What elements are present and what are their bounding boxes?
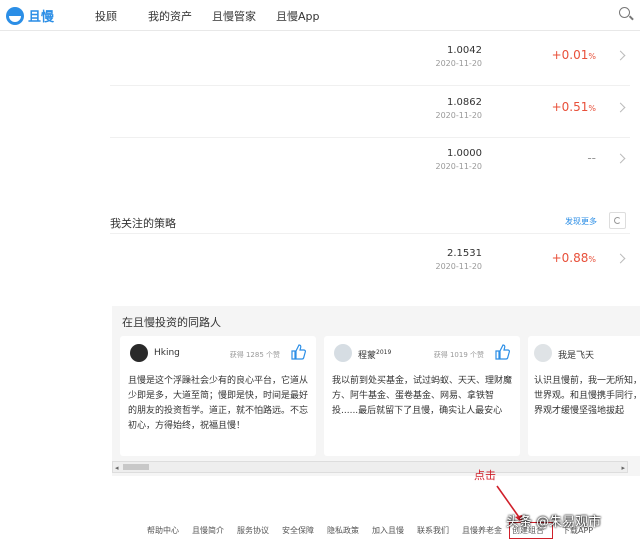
chevron-right-icon [615,253,626,264]
logo-text: 且慢 [28,10,55,25]
footer-link[interactable]: 安全保障 [282,525,314,536]
peer-card[interactable]: Hking 获得 1285 个赞 且慢是这个浮躁社会少有的良心平台，它道从少即是… [120,336,316,456]
fund-change: -- [587,151,596,165]
fund-row[interactable]: 1.0000 2020-11-20 -- [110,143,640,193]
footer-link[interactable]: 隐私政策 [327,525,359,536]
footer-link[interactable]: 且慢养老金 [462,525,502,536]
fund-value: 1.0000 [447,148,482,159]
peer-testimonial: 我以前到处买基金，试过蚂蚁、天天、理财魔方、阿牛基金、蛋卷基金、网易、拿铁智投.… [332,376,513,416]
fund-row[interactable]: 1.0042 2020-11-20 +0.01% [110,40,640,90]
avatar [534,344,552,362]
scroll-thumb[interactable] [123,464,149,470]
peer-name: 程蒙2019 [358,349,392,361]
fund-change: +0.51% [551,100,596,114]
top-nav: 且慢 投顾 我的资产 且慢管家 且慢App [0,0,640,31]
scroll-left-icon[interactable]: ◂ [115,464,119,472]
chevron-right-icon [615,153,626,164]
section-title-peers: 在且慢投资的同路人 [122,316,221,329]
divider [110,233,630,234]
fund-value: 1.0042 [447,45,482,56]
strategy-row[interactable]: 2.1531 2020-11-20 +0.88% [110,243,640,293]
footer-link[interactable]: 服务协议 [237,525,269,536]
footer-link[interactable]: 帮助中心 [147,525,179,536]
horizontal-scrollbar[interactable]: ◂ ▸ [112,461,628,473]
fund-value: 1.0862 [447,97,482,108]
footer-link[interactable]: 且慢简介 [192,525,224,536]
scroll-right-icon[interactable]: ▸ [621,464,625,472]
peer-card[interactable]: 程蒙2019 获得 1019 个赞 我以前到处买基金，试过蚂蚁、天天、理财魔方、… [324,336,520,456]
nav-link-butler[interactable]: 且慢管家 [212,8,256,24]
divider [110,137,630,138]
logo[interactable]: 且慢 [6,6,54,25]
refresh-icon[interactable] [609,212,626,229]
peer-card[interactable]: 我是飞天 认识且慢前，我一无所知，世界观。和且慢携手同行，界观才缓慢坚强地拔起 [528,336,640,456]
nav-link-my-assets[interactable]: 我的资产 [148,8,192,24]
footer-link[interactable]: 加入且慢 [372,525,404,536]
watermark: 头条 @朱易观市 [506,515,602,530]
chevron-right-icon [615,50,626,61]
discover-more-link[interactable]: 发现更多 [565,216,597,227]
peer-testimonial: 且慢是这个浮躁社会少有的良心平台，它道从少即是多，大道至简；慢即是快，时间是最好… [128,376,309,431]
divider [110,85,630,86]
thumbs-up-icon[interactable] [290,344,306,360]
footer-link[interactable]: 联系我们 [417,525,449,536]
fund-date: 2020-11-20 [435,111,483,120]
peer-testimonial: 认识且慢前，我一无所知，世界观。和且慢携手同行，界观才缓慢坚强地拔起 [534,376,640,416]
peer-name: 我是飞天 [558,351,595,361]
peer-name: Hking [154,348,180,358]
thumbs-up-icon[interactable] [494,344,510,360]
peer-likes: 获得 1019 个赞 [433,351,484,359]
search-icon[interactable] [619,7,630,18]
logo-icon [6,6,24,25]
avatar [334,344,352,362]
click-annotation: 点击 [474,469,496,482]
nav-link-app[interactable]: 且慢App [276,8,320,24]
strategy-value: 2.1531 [447,248,482,259]
fund-date: 2020-11-20 [435,162,483,171]
chevron-right-icon [615,102,626,113]
section-title-strategies: 我关注的策略 [110,217,176,230]
nav-link-advisory[interactable]: 投顾 [95,8,117,24]
fund-row[interactable]: 1.0862 2020-11-20 +0.51% [110,92,640,142]
strategy-date: 2020-11-20 [435,262,483,271]
strategy-change: +0.88% [551,251,596,265]
peer-likes: 获得 1285 个赞 [229,351,280,359]
fund-date: 2020-11-20 [435,59,483,68]
avatar [130,344,148,362]
fund-change: +0.01% [551,48,596,62]
